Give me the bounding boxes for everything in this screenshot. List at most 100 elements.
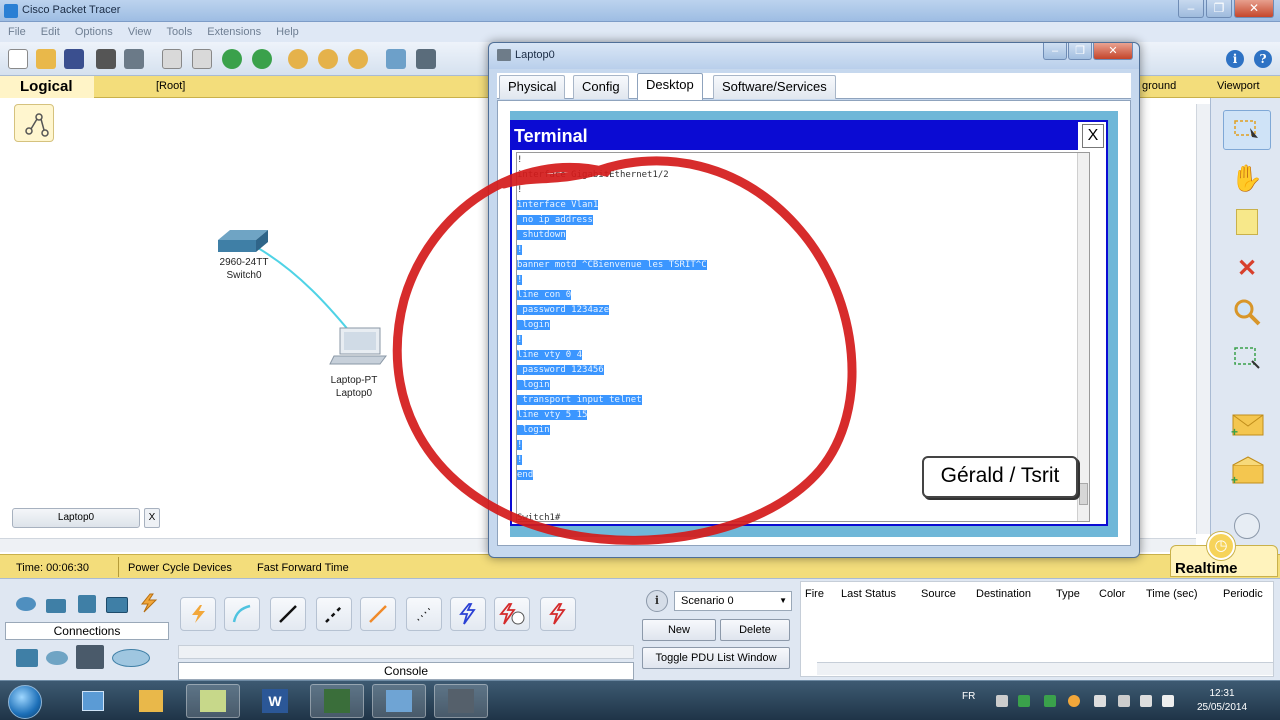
dialog-title-bar[interactable]: Laptop0 – ❐ ✕ xyxy=(489,43,1139,69)
menu-view[interactable]: View xyxy=(128,22,152,42)
custom-devices-category-icon[interactable] xyxy=(76,645,104,669)
redo-icon[interactable] xyxy=(252,49,272,69)
add-simple-pdu-tool[interactable]: + xyxy=(1223,404,1271,444)
laptop0-window-tab[interactable]: Laptop0 xyxy=(12,508,140,528)
phone-button[interactable] xyxy=(406,597,442,631)
inspect-tool[interactable] xyxy=(1223,292,1271,332)
menu-file[interactable]: File xyxy=(8,22,26,42)
hubs-category-icon[interactable] xyxy=(78,595,96,613)
packet-tracer-task[interactable] xyxy=(310,684,364,718)
zoom-out-icon[interactable] xyxy=(348,49,368,69)
scenario-dropdown[interactable]: Scenario 0 ▼ xyxy=(674,591,792,611)
laptop0-window-tab-close[interactable]: X xyxy=(144,508,160,528)
open-folder-icon[interactable] xyxy=(36,49,56,69)
root-link[interactable]: [Root] xyxy=(156,80,185,92)
coaxial-button[interactable] xyxy=(450,597,486,631)
terminal-close-button[interactable]: X xyxy=(1082,124,1104,148)
tray-icon-d[interactable] xyxy=(1068,695,1080,707)
pdu-col-fire[interactable]: Fire xyxy=(805,588,824,600)
new-file-icon[interactable] xyxy=(8,49,28,69)
tab-desktop[interactable]: Desktop xyxy=(637,73,703,100)
recorder-task[interactable] xyxy=(434,684,488,718)
start-button[interactable] xyxy=(8,685,42,719)
set-background-link[interactable]: ground xyxy=(1142,80,1176,92)
undo-icon[interactable] xyxy=(222,49,242,69)
zoom-reset-icon[interactable] xyxy=(318,49,338,69)
viewport-link[interactable]: Viewport xyxy=(1217,80,1260,92)
tab-physical[interactable]: Physical xyxy=(499,75,566,99)
fast-forward-button[interactable]: Fast Forward Time xyxy=(257,562,349,574)
drawing-palette-icon[interactable] xyxy=(386,49,406,69)
tab-config[interactable]: Config xyxy=(573,75,629,99)
console-cable-button[interactable] xyxy=(224,597,260,631)
multiuser-connection-icon[interactable] xyxy=(112,649,150,667)
tray-icon-e[interactable] xyxy=(1094,695,1106,707)
pdu-col-time[interactable]: Time (sec) xyxy=(1146,588,1198,600)
zoom-in-icon[interactable] xyxy=(288,49,308,69)
word-task[interactable]: W xyxy=(248,684,302,718)
pdu-col-color[interactable]: Color xyxy=(1099,588,1125,600)
toggle-pdu-list-button[interactable]: Toggle PDU List Window xyxy=(642,647,790,669)
network-app-task[interactable] xyxy=(66,684,120,718)
crossover-button[interactable] xyxy=(316,597,352,631)
volume-icon[interactable] xyxy=(1140,695,1152,707)
packet-tracer-alt-task[interactable] xyxy=(124,684,178,718)
wireless-category-icon[interactable] xyxy=(106,597,128,613)
minimize-button[interactable]: – xyxy=(1178,0,1204,18)
select-tool[interactable] xyxy=(1223,110,1271,150)
laptop-device-icon[interactable] xyxy=(329,327,387,365)
save-icon[interactable] xyxy=(64,49,84,69)
notes-task[interactable] xyxy=(186,684,240,718)
resize-shape-tool[interactable] xyxy=(1223,338,1271,378)
straight-through-button[interactable] xyxy=(270,597,306,631)
help-icon[interactable]: ? xyxy=(1254,50,1272,68)
place-note-tool[interactable] xyxy=(1223,202,1271,242)
menu-help[interactable]: Help xyxy=(276,22,299,42)
add-complex-pdu-tool[interactable]: + xyxy=(1223,450,1271,490)
dialog-close-button[interactable]: ✕ xyxy=(1093,43,1133,60)
serial-dce-button[interactable] xyxy=(494,597,530,631)
tray-network-icon[interactable] xyxy=(1118,695,1130,707)
tray-icon-c[interactable] xyxy=(1044,695,1056,707)
terminal-scroll-thumb[interactable] xyxy=(1079,483,1088,505)
tray-icon-b[interactable] xyxy=(1018,695,1030,707)
menu-edit[interactable]: Edit xyxy=(41,22,60,42)
menu-options[interactable]: Options xyxy=(75,22,113,42)
pdu-col-last-status[interactable]: Last Status xyxy=(841,588,896,600)
pdu-col-source[interactable]: Source xyxy=(921,588,956,600)
tab-software-services[interactable]: Software/Services xyxy=(713,75,836,99)
menu-tools[interactable]: Tools xyxy=(167,22,193,42)
close-button[interactable]: ✕ xyxy=(1234,0,1274,18)
connections-scrollbar[interactable] xyxy=(178,645,634,659)
workspace-vertical-scrollbar[interactable] xyxy=(1196,104,1210,534)
connections-category-icon[interactable] xyxy=(136,593,160,613)
dialog-minimize-button[interactable]: – xyxy=(1043,43,1067,60)
info-icon[interactable]: i xyxy=(1226,50,1244,68)
pdu-col-type[interactable]: Type xyxy=(1056,588,1080,600)
pdu-col-periodic[interactable]: Periodic xyxy=(1223,588,1263,600)
pdu-col-destination[interactable]: Destination xyxy=(976,588,1031,600)
pdu-list-scrollbar[interactable] xyxy=(817,662,1273,675)
delete-scenario-button[interactable]: Delete xyxy=(720,619,790,641)
paste-icon[interactable] xyxy=(192,49,212,69)
terminal-scrollbar[interactable] xyxy=(1077,153,1089,521)
realtime-mode-tab[interactable]: ◷ Realtime xyxy=(1170,532,1278,577)
serial-dte-button[interactable] xyxy=(540,597,576,631)
wan-emulation-category-icon[interactable] xyxy=(46,651,68,665)
maximize-button[interactable]: ❐ xyxy=(1206,0,1232,18)
power-cycle-button[interactable]: Power Cycle Devices xyxy=(128,562,232,574)
action-center-flag-icon[interactable] xyxy=(1162,695,1174,707)
language-indicator[interactable]: FR xyxy=(962,691,975,702)
new-scenario-button[interactable]: New xyxy=(642,619,716,641)
move-layout-tool[interactable]: ✋ xyxy=(1223,158,1271,198)
routers-category-icon[interactable] xyxy=(16,597,36,611)
delete-tool[interactable]: ✕ xyxy=(1223,248,1271,288)
terminal-prompt[interactable]: Switch1# xyxy=(517,513,560,521)
remote-desktop-task[interactable] xyxy=(372,684,426,718)
logical-tab[interactable]: Logical xyxy=(0,76,94,98)
print-icon[interactable] xyxy=(96,49,116,69)
tray-icon-a[interactable] xyxy=(996,695,1008,707)
switches-category-icon[interactable] xyxy=(46,599,66,613)
fiber-button[interactable] xyxy=(360,597,396,631)
activity-wizard-icon[interactable] xyxy=(124,49,144,69)
